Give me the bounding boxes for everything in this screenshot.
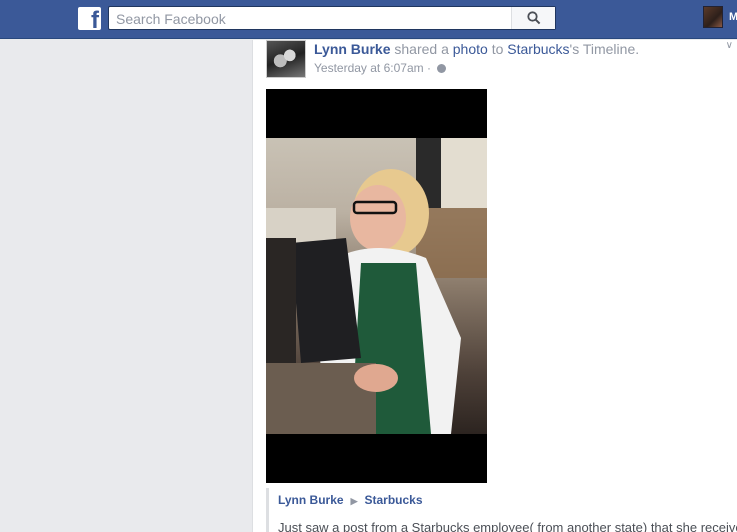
globe-icon[interactable] xyxy=(437,64,447,73)
chevron-down-icon[interactable]: ∨ xyxy=(726,40,733,51)
news-feed: Lynn Burke shared a photo to Starbucks's… xyxy=(252,40,737,532)
user-avatar[interactable] xyxy=(703,6,723,28)
photo-illustration xyxy=(266,138,487,434)
left-column xyxy=(0,40,252,532)
to-label: to xyxy=(491,41,504,57)
facebook-logo-icon[interactable]: f xyxy=(78,7,101,30)
search-icon xyxy=(527,11,541,25)
share-divider xyxy=(266,488,269,532)
triangle-right-icon: ▶ xyxy=(350,496,358,506)
post-header: Lynn Burke shared a photo to Starbucks's… xyxy=(314,41,639,57)
post-photo[interactable] xyxy=(266,89,487,483)
search-input[interactable]: Search Facebook xyxy=(116,11,226,27)
top-bar: f Search Facebook M xyxy=(0,0,737,39)
shared-to-link[interactable]: Starbucks xyxy=(365,493,423,507)
search-button[interactable] xyxy=(511,7,555,29)
shared-label: shared a xyxy=(394,41,449,57)
post-timestamp: Yesterday at 6:07am · xyxy=(314,61,447,75)
photo-link[interactable]: photo xyxy=(453,41,488,57)
search-box[interactable]: Search Facebook xyxy=(108,6,556,30)
page-link[interactable]: Starbucks xyxy=(507,41,569,57)
author-link[interactable]: Lynn Burke xyxy=(314,41,391,57)
photo-image xyxy=(266,138,487,434)
shared-story-header: Lynn Burke ▶ Starbucks xyxy=(278,493,423,507)
timestamp-link[interactable]: Yesterday at 6:07am xyxy=(314,61,424,75)
shared-from-link[interactable]: Lynn Burke xyxy=(278,493,344,507)
separator: · xyxy=(426,61,431,75)
user-name[interactable]: M xyxy=(729,11,737,23)
timeline-label: 's Timeline. xyxy=(569,41,640,57)
author-avatar[interactable] xyxy=(266,40,306,78)
shared-story-text: Just saw a post from a Starbucks employe… xyxy=(278,520,737,532)
